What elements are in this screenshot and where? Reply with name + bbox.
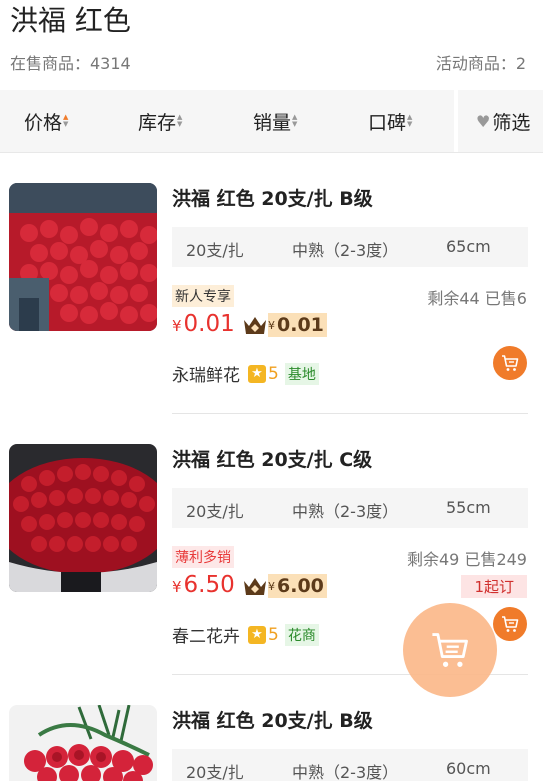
spec-quantity: 20支/扎 bbox=[186, 502, 244, 521]
vip-price-box: ¥6.00 bbox=[268, 574, 327, 598]
sort-sales-label: 销量 bbox=[253, 111, 292, 134]
sort-arrows-icon: ▲ ▼ bbox=[63, 113, 69, 128]
spec-length: 65cm bbox=[446, 237, 491, 256]
sort-arrows-icon: ▲ ▼ bbox=[407, 113, 413, 128]
price-value: 0.01 bbox=[183, 311, 235, 337]
promo-tag: 薄利多销 bbox=[172, 546, 234, 568]
product-image[interactable] bbox=[9, 183, 157, 331]
vip-price-value: 6.00 bbox=[277, 575, 324, 597]
price: ¥6.50 bbox=[172, 572, 235, 598]
stats-row: 在售商品：4314 活动商品：2 bbox=[10, 50, 526, 74]
filter-icon: ♥ bbox=[476, 111, 491, 131]
vip-price-value: 0.01 bbox=[277, 314, 324, 336]
stock-info: 剩余44 已售6 bbox=[427, 289, 527, 308]
product-specs: 20支/扎 中熟（2-3度） 55cm bbox=[172, 488, 528, 528]
sort-arrows-icon: ▲ ▼ bbox=[292, 113, 298, 128]
star-icon: ★ bbox=[248, 364, 266, 383]
shop-name: 春二花卉 bbox=[172, 627, 240, 647]
spec-ripeness: 中熟（2-3度） bbox=[292, 502, 399, 521]
sort-arrows-icon: ▲ ▼ bbox=[177, 113, 183, 128]
currency-symbol: ¥ bbox=[172, 578, 182, 596]
filter-divider bbox=[454, 90, 458, 152]
product-specs: 20支/扎 中熟（2-3度） 60cm bbox=[172, 749, 528, 781]
shop-rating: ★ 5 bbox=[248, 625, 279, 645]
sort-price[interactable]: 价格 ▲ ▼ bbox=[24, 90, 68, 152]
price: ¥0.01 bbox=[172, 311, 235, 337]
add-to-cart-button[interactable] bbox=[493, 607, 527, 641]
promo-tag: 新人专享 bbox=[172, 285, 234, 307]
shop-name: 永瑞鲜花 bbox=[172, 366, 240, 386]
vip-price-box: ¥0.01 bbox=[268, 313, 327, 337]
product-name[interactable]: 洪福 红色 20支/扎 B级 bbox=[172, 706, 373, 733]
filter-button[interactable]: ♥ 筛选 bbox=[476, 90, 530, 152]
activity-count: 活动商品：2 bbox=[435, 54, 526, 73]
product-image[interactable] bbox=[9, 705, 157, 781]
sort-stock[interactable]: 库存 ▲ ▼ bbox=[138, 90, 182, 152]
spec-ripeness: 中熟（2-3度） bbox=[292, 241, 399, 260]
currency-symbol: ¥ bbox=[172, 317, 182, 335]
cart-icon bbox=[432, 633, 468, 667]
star-icon: ★ bbox=[248, 625, 266, 644]
product-name[interactable]: 洪福 红色 20支/扎 B级 bbox=[172, 184, 373, 211]
crown-icon bbox=[244, 578, 266, 595]
product-image[interactable] bbox=[9, 444, 157, 592]
spec-length: 55cm bbox=[446, 498, 491, 517]
cart-icon bbox=[502, 616, 519, 632]
product-specs: 20支/扎 中熟（2-3度） 65cm bbox=[172, 227, 528, 267]
vip-currency-symbol: ¥ bbox=[268, 318, 275, 332]
shop-type-badge: 基地 bbox=[284, 362, 319, 385]
filter-label: 筛选 bbox=[492, 111, 531, 134]
shop-type-badge: 花商 bbox=[284, 623, 319, 646]
vip-currency-symbol: ¥ bbox=[268, 579, 275, 593]
min-order-badge: 1起订 bbox=[461, 575, 527, 598]
shop-info[interactable]: 春二花卉 ★ 5 花商 bbox=[172, 622, 319, 647]
vip-price: ¥6.00 bbox=[242, 573, 327, 599]
floating-cart-button[interactable] bbox=[403, 603, 497, 697]
page-title: 洪福 红色 bbox=[10, 4, 131, 37]
spec-quantity: 20支/扎 bbox=[186, 241, 244, 260]
cart-icon bbox=[502, 355, 519, 371]
sort-rating-label: 口碑 bbox=[368, 111, 407, 134]
spec-ripeness: 中熟（2-3度） bbox=[292, 763, 399, 781]
shop-rating: ★ 5 bbox=[248, 364, 279, 384]
sort-rating[interactable]: 口碑 ▲ ▼ bbox=[368, 90, 412, 152]
product-name[interactable]: 洪福 红色 20支/扎 C级 bbox=[172, 445, 372, 472]
crown-icon bbox=[244, 317, 266, 334]
page-header: 洪福 红色 在售商品：4314 活动商品：2 bbox=[0, 0, 543, 90]
stock-info: 剩余49 已售249 bbox=[407, 550, 527, 569]
spec-quantity: 20支/扎 bbox=[186, 763, 244, 781]
rating-score: 5 bbox=[268, 363, 279, 384]
sort-stock-label: 库存 bbox=[138, 111, 177, 134]
price-value: 6.50 bbox=[183, 572, 235, 598]
vip-price: ¥0.01 bbox=[242, 312, 327, 338]
list-item[interactable]: 洪福 红色 20支/扎 B级 20支/扎 中熟（2-3度） 65cm 新人专享 … bbox=[0, 153, 543, 414]
sort-price-label: 价格 bbox=[24, 111, 63, 134]
shop-info[interactable]: 永瑞鲜花 ★ 5 基地 bbox=[172, 361, 319, 386]
on-sale-count: 在售商品：4314 bbox=[10, 54, 131, 73]
sort-sales[interactable]: 销量 ▲ ▼ bbox=[253, 90, 297, 152]
filter-bar: 价格 ▲ ▼ 库存 ▲ ▼ 销量 ▲ ▼ 口碑 ▲ ▼ ♥ 筛选 bbox=[0, 90, 543, 153]
rating-score: 5 bbox=[268, 624, 279, 645]
spec-length: 60cm bbox=[446, 759, 491, 778]
add-to-cart-button[interactable] bbox=[493, 346, 527, 380]
